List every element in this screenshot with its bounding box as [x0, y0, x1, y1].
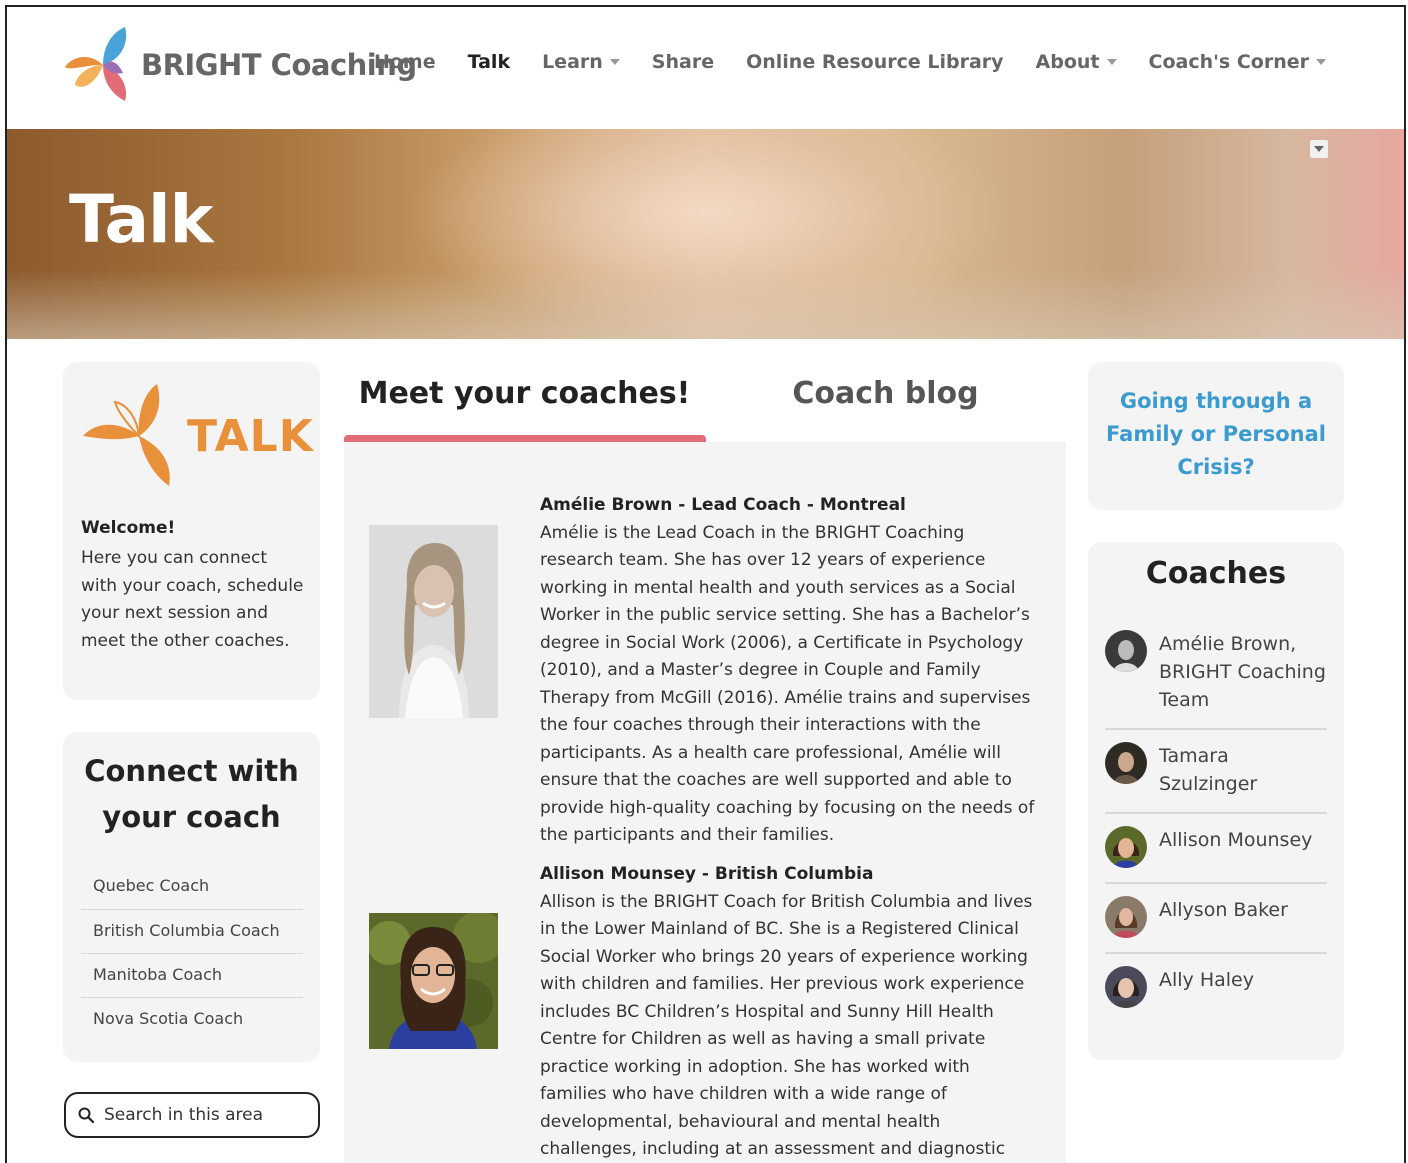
coach-list-item[interactable]: Ally Haley [1105, 954, 1327, 1022]
coach-list-name: Allison Mounsey [1159, 829, 1313, 851]
connect-item-manitoba[interactable]: Manitoba Coach [81, 953, 303, 997]
nav-coachs-corner[interactable]: Coach's Corner [1148, 51, 1326, 73]
avatar [1105, 742, 1147, 784]
welcome-text: Here you can connect with your coach, sc… [81, 548, 304, 651]
nav-home[interactable]: Home [374, 51, 436, 73]
chevron-down-icon [1106, 59, 1117, 65]
main-nav: Home Talk Learn Share Online Resource Li… [342, 51, 1326, 73]
talk-logo: TALK [81, 380, 314, 492]
coach-photo [369, 913, 498, 1049]
tab-coach-blog[interactable]: Coach blog [705, 362, 1066, 442]
avatar [1105, 826, 1147, 868]
avatar [1105, 966, 1147, 1008]
welcome-heading: Welcome! [81, 518, 176, 538]
coaches-content: Amélie Brown - Lead Coach - Montreal Amé… [344, 442, 1066, 1163]
coach-bio: Amélie is the Lead Coach in the BRIGHT C… [540, 522, 1035, 846]
amelie-photo [369, 525, 498, 718]
coach-list-item[interactable]: Allison Mounsey [1105, 814, 1327, 884]
connect-title-line2: your coach [102, 800, 281, 834]
bright-logo-icon [65, 27, 127, 101]
nav-coachs-corner-label: Coach's Corner [1148, 51, 1310, 73]
content-tabs: Meet your coaches! Coach blog [344, 362, 1066, 442]
nav-home-label: Home [373, 51, 436, 73]
banner-toggle-button[interactable] [1310, 140, 1328, 158]
talk-flower-icon [83, 384, 170, 486]
nav-talk-label: Talk [467, 51, 511, 73]
allison-photo [369, 913, 498, 1049]
coach-list-name: Tamara Szulzinger [1159, 745, 1258, 795]
connect-list: Quebec Coach British Columbia Coach Mani… [81, 865, 303, 1041]
hero-banner: Talk [7, 129, 1404, 339]
chevron-down-icon [1314, 146, 1324, 152]
talk-logo-text: TALK [187, 410, 314, 462]
coach-text: Amélie Brown - Lead Coach - Montreal Amé… [540, 492, 1040, 850]
coach-list-name: Amélie Brown, BRIGHT Coaching Team [1159, 633, 1326, 711]
crisis-link[interactable]: Going through a Family or Personal Crisi… [1088, 385, 1344, 484]
connect-item-nova-scotia[interactable]: Nova Scotia Coach [81, 997, 303, 1041]
connect-title-line1: Connect with [84, 754, 299, 788]
coach-name: Allison Mounsey - British Columbia [540, 864, 874, 884]
coach-list-item[interactable]: Tamara Szulzinger [1105, 730, 1327, 814]
coach-list: Amélie Brown, BRIGHT Coaching Team Tamar… [1105, 626, 1327, 1022]
nav-resource-library-label: Online Resource Library [746, 51, 1004, 73]
coaches-title: Coaches [1145, 556, 1287, 591]
coach-list-item[interactable]: Allyson Baker [1105, 884, 1327, 954]
crisis-card: Going through a Family or Personal Crisi… [1088, 362, 1344, 510]
avatar [1105, 896, 1147, 938]
coach-list-name: Allyson Baker [1159, 899, 1288, 921]
nav-learn[interactable]: Learn [542, 51, 620, 73]
coach-list-item[interactable]: Amélie Brown, BRIGHT Coaching Team [1105, 626, 1327, 730]
page-title: Talk [69, 181, 214, 258]
active-tab-indicator [344, 435, 706, 442]
chevron-down-icon [609, 59, 620, 65]
nav-about-label: About [1035, 51, 1100, 73]
search-input[interactable]: Search in this area [64, 1092, 320, 1138]
connect-title: Connect with your coach [63, 748, 320, 840]
nav-resource-library[interactable]: Online Resource Library [746, 51, 1003, 73]
connect-item-quebec[interactable]: Quebec Coach [81, 865, 303, 909]
coach-list-name: Ally Haley [1159, 969, 1254, 991]
search-placeholder: Search in this area [104, 1105, 264, 1125]
connect-item-british-columbia[interactable]: British Columbia Coach [81, 909, 303, 953]
talk-welcome-card: TALK Welcome! Here you can connect with … [63, 362, 320, 700]
coach-photo [369, 525, 498, 718]
chevron-down-icon [1316, 59, 1326, 65]
nav-share-label: Share [651, 51, 715, 73]
tab-meet-coaches[interactable]: Meet your coaches! [344, 362, 705, 442]
coach-text: Allison Mounsey - British Columbia Allis… [540, 861, 1040, 1163]
search-icon [78, 1107, 94, 1123]
nav-share[interactable]: Share [652, 51, 714, 73]
coaches-list-card: Coaches Amélie Brown, BRIGHT Coaching Te… [1088, 542, 1344, 1060]
nav-talk[interactable]: Talk [468, 51, 510, 73]
hero-background-image [7, 269, 1404, 339]
nav-learn-label: Learn [542, 51, 603, 73]
connect-coach-card: Connect with your coach Quebec Coach Bri… [63, 732, 320, 1062]
site-header: BRIGHT Coaching Home Talk Learn Share On… [7, 7, 1404, 129]
coach-name: Amélie Brown - Lead Coach - Montreal [540, 495, 906, 515]
nav-about[interactable]: About [1036, 51, 1117, 73]
browser-frame: BRIGHT Coaching Home Talk Learn Share On… [5, 5, 1406, 1163]
coach-bio: Allison is the BRIGHT Coach for British … [540, 891, 1033, 1160]
avatar [1105, 630, 1147, 672]
